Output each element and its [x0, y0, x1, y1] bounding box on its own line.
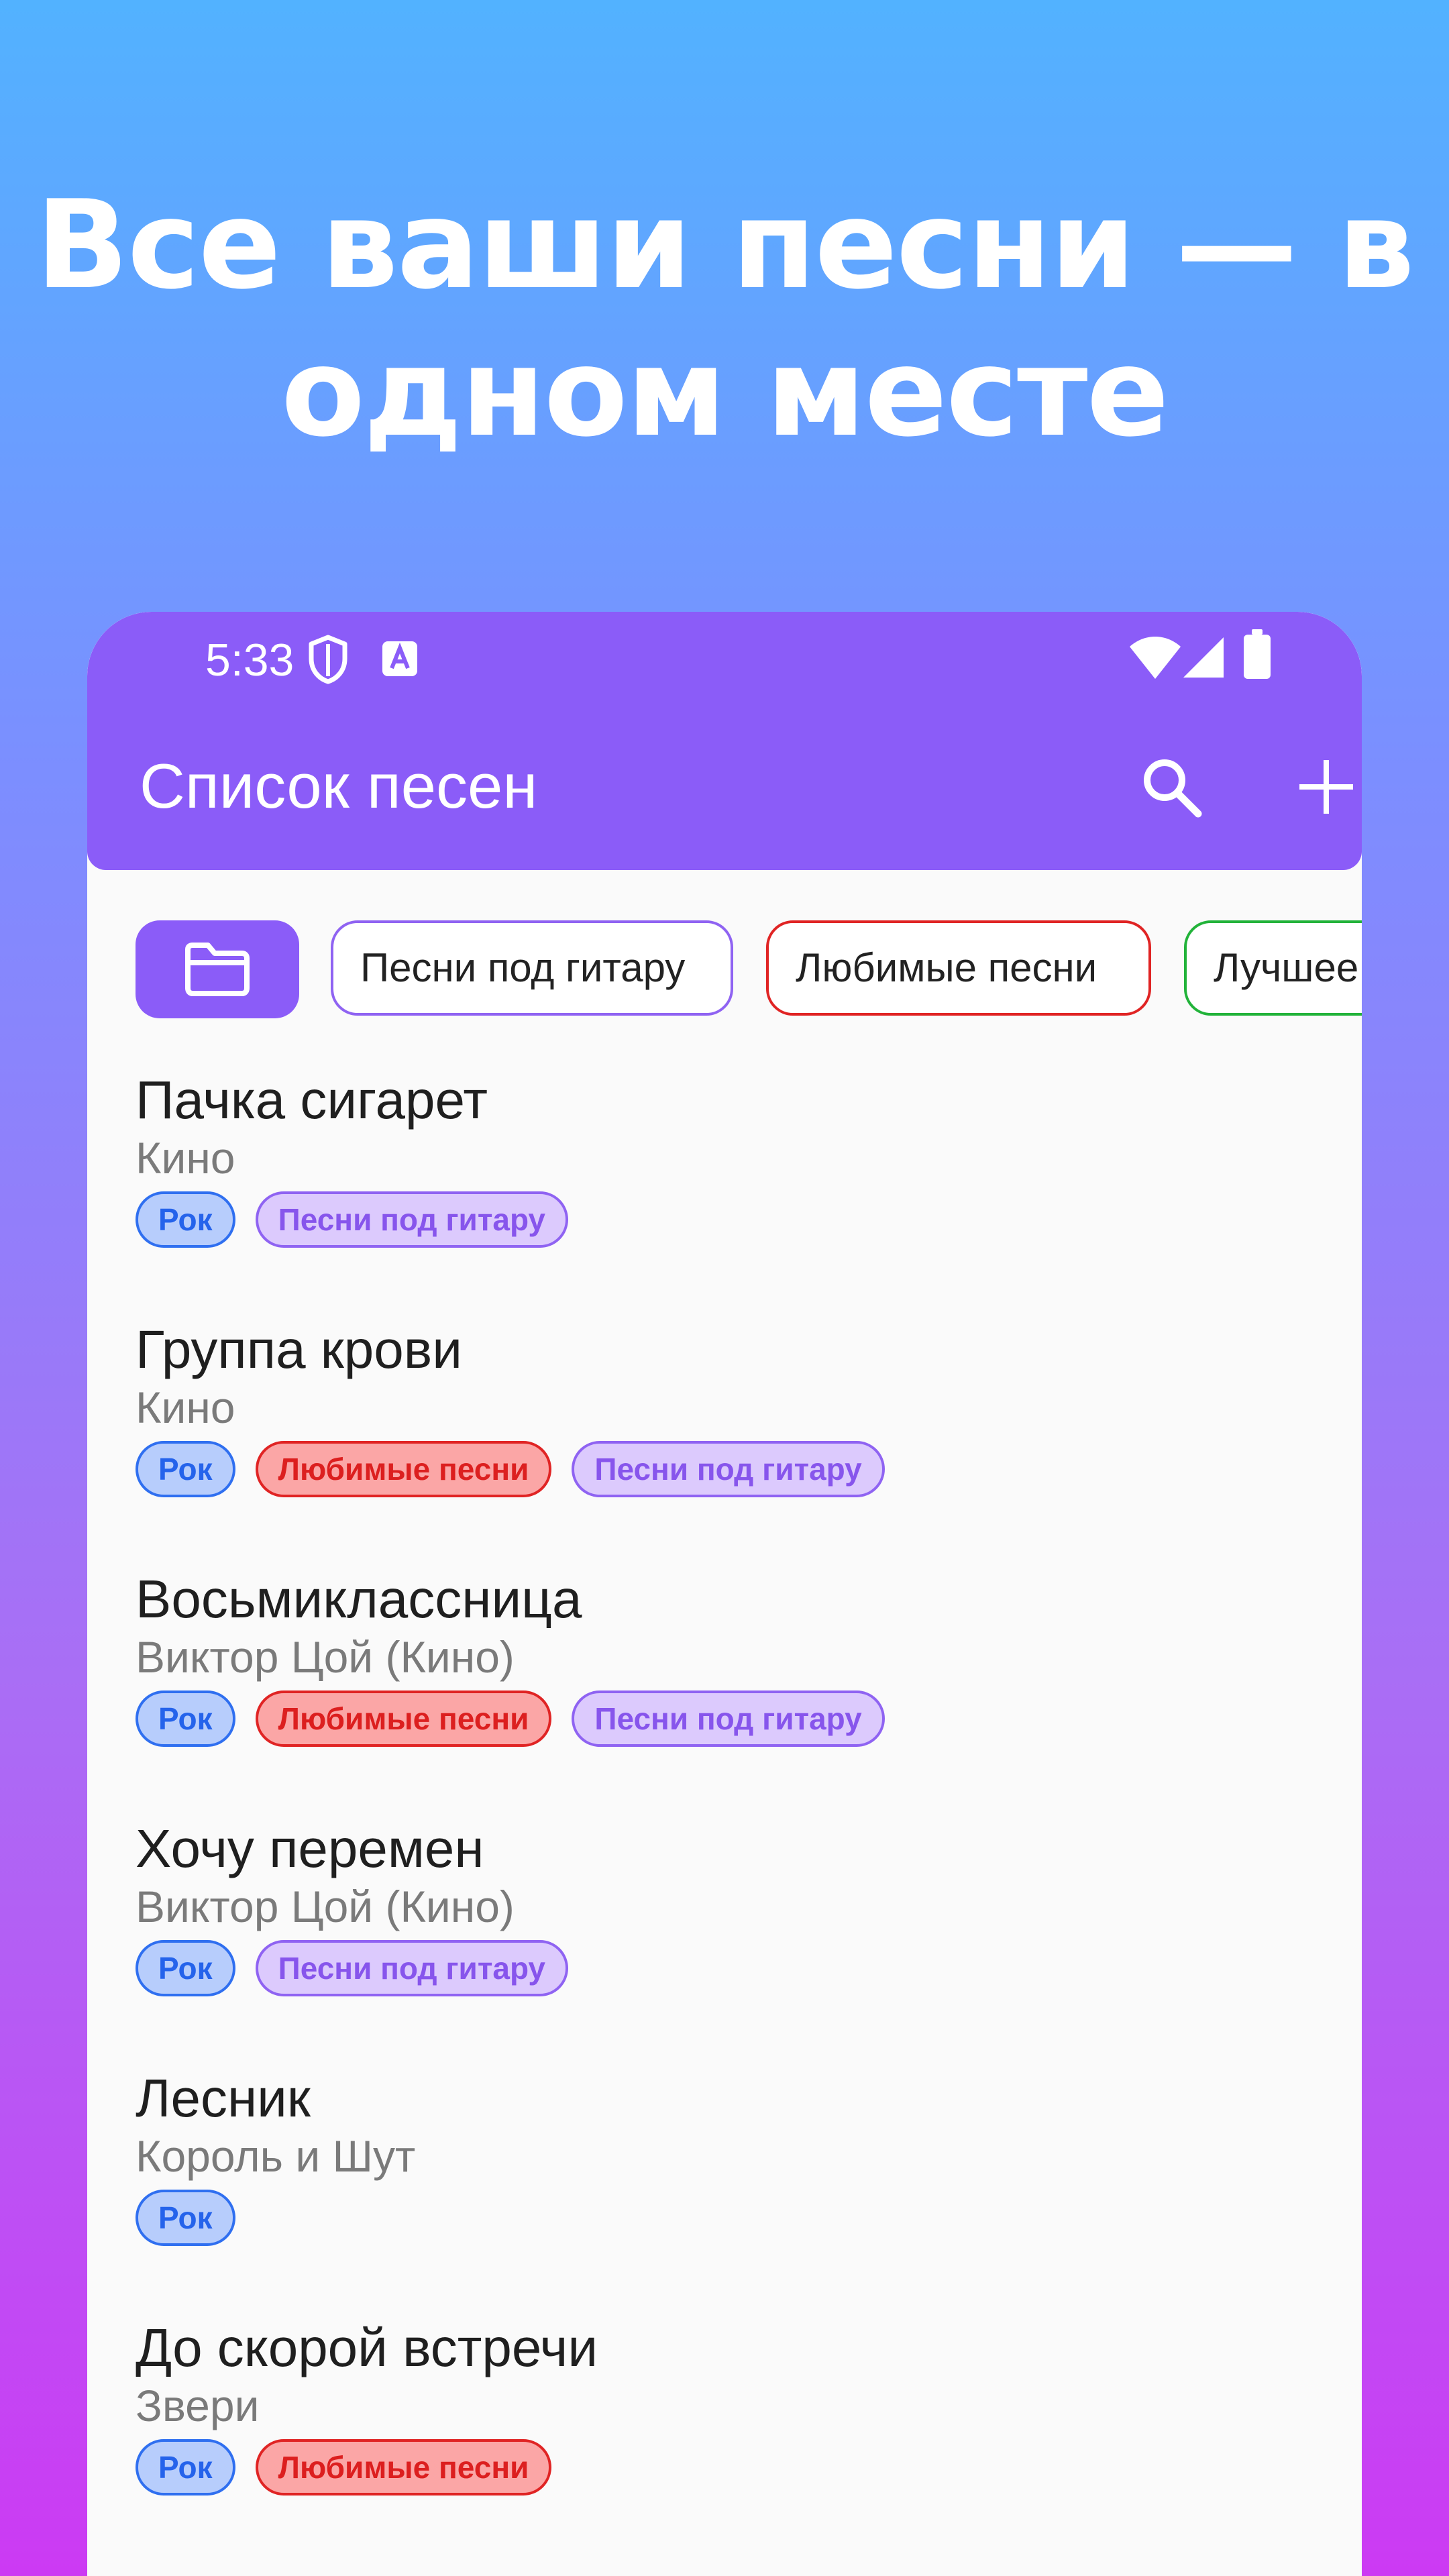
folder-button[interactable]	[136, 920, 299, 1018]
search-button[interactable]	[1128, 743, 1215, 830]
song-tags: Рок	[136, 2190, 235, 2249]
song-title: Хочу перемен	[136, 1819, 484, 1878]
song-list-item[interactable]: Восьмиклассница Виктор Цой (Кино) Рок Лю…	[136, 1567, 1316, 1788]
song-title: Пачка сигарет	[136, 1070, 488, 1130]
folder-icon	[185, 943, 250, 996]
filter-chips-row: Песни под гитару Любимые песни Лучшее	[87, 920, 1362, 1020]
battery-icon	[1242, 629, 1272, 684]
promo-headline-line-2: одном месте	[281, 321, 1169, 464]
phone-screen: 5:33 Список песен Песни под гитару Любим…	[87, 612, 1362, 2576]
tag-favorites: Любимые песни	[255, 2439, 552, 2496]
tag-favorites: Любимые песни	[255, 1441, 552, 1497]
filter-chip-favorites[interactable]: Любимые песни	[766, 920, 1151, 1016]
song-tags: Рок Любимые песни Песни под гитару	[136, 1441, 885, 1500]
tag-rock: Рок	[136, 2190, 235, 2246]
add-song-button[interactable]	[1283, 743, 1362, 830]
tag-rock: Рок	[136, 1940, 235, 1996]
promo-headline: Все ваши песни — в одном месте	[0, 171, 1449, 466]
tag-guitar: Песни под гитару	[572, 1441, 885, 1497]
tag-rock: Рок	[136, 2439, 235, 2496]
song-list-item[interactable]: До скорой встречи Звери Рок Любимые песн…	[136, 2316, 1316, 2537]
song-artist: Кино	[136, 1383, 235, 1432]
song-artist: Король и Шут	[136, 2131, 416, 2181]
promo-headline-line-1: Все ваши песни — в	[36, 174, 1415, 316]
tag-guitar: Песни под гитару	[572, 1690, 885, 1747]
tag-rock: Рок	[136, 1191, 235, 1248]
shield-icon	[307, 635, 349, 688]
tag-guitar: Песни под гитару	[255, 1191, 569, 1248]
tag-guitar: Песни под гитару	[255, 1940, 569, 1996]
font-a-icon	[381, 640, 419, 681]
tag-rock: Рок	[136, 1690, 235, 1747]
signal-icon	[1182, 636, 1225, 682]
song-title: Группа крови	[136, 1320, 462, 1379]
song-artist: Кино	[136, 1133, 235, 1183]
song-tags: Рок Песни под гитару	[136, 1940, 569, 1999]
song-artist: Виктор Цой (Кино)	[136, 1882, 515, 1931]
song-tags: Рок Любимые песни Песни под гитару	[136, 1690, 885, 1750]
song-list-item[interactable]: Лесник Король и Шут Рок	[136, 2066, 1316, 2288]
song-list-item[interactable]: Группа крови Кино Рок Любимые песни Песн…	[136, 1318, 1316, 1539]
wifi-icon	[1128, 635, 1182, 684]
tag-favorites: Любимые песни	[255, 1690, 552, 1747]
song-title: Восьмиклассница	[136, 1569, 582, 1629]
song-list-item[interactable]: Хочу перемен Виктор Цой (Кино) Рок Песни…	[136, 1817, 1316, 2038]
song-artist: Звери	[136, 2381, 260, 2430]
app-title: Список песен	[140, 751, 538, 821]
song-title: До скорой встречи	[136, 2318, 598, 2377]
song-artist: Виктор Цой (Кино)	[136, 1632, 515, 1682]
status-time: 5:33	[205, 635, 294, 686]
song-list-item[interactable]: Пачка сигарет Кино Рок Песни под гитару	[136, 1068, 1316, 1289]
song-tags: Рок Любимые песни	[136, 2439, 552, 2498]
plus-icon	[1299, 760, 1353, 814]
filter-chip-best[interactable]: Лучшее	[1184, 920, 1362, 1016]
filter-chip-guitar[interactable]: Песни под гитару	[331, 920, 733, 1016]
search-icon	[1144, 759, 1202, 818]
top-app-bar: 5:33 Список песен	[87, 612, 1362, 870]
song-tags: Рок Песни под гитару	[136, 1191, 569, 1250]
tag-rock: Рок	[136, 1441, 235, 1497]
song-title: Лесник	[136, 2068, 311, 2128]
